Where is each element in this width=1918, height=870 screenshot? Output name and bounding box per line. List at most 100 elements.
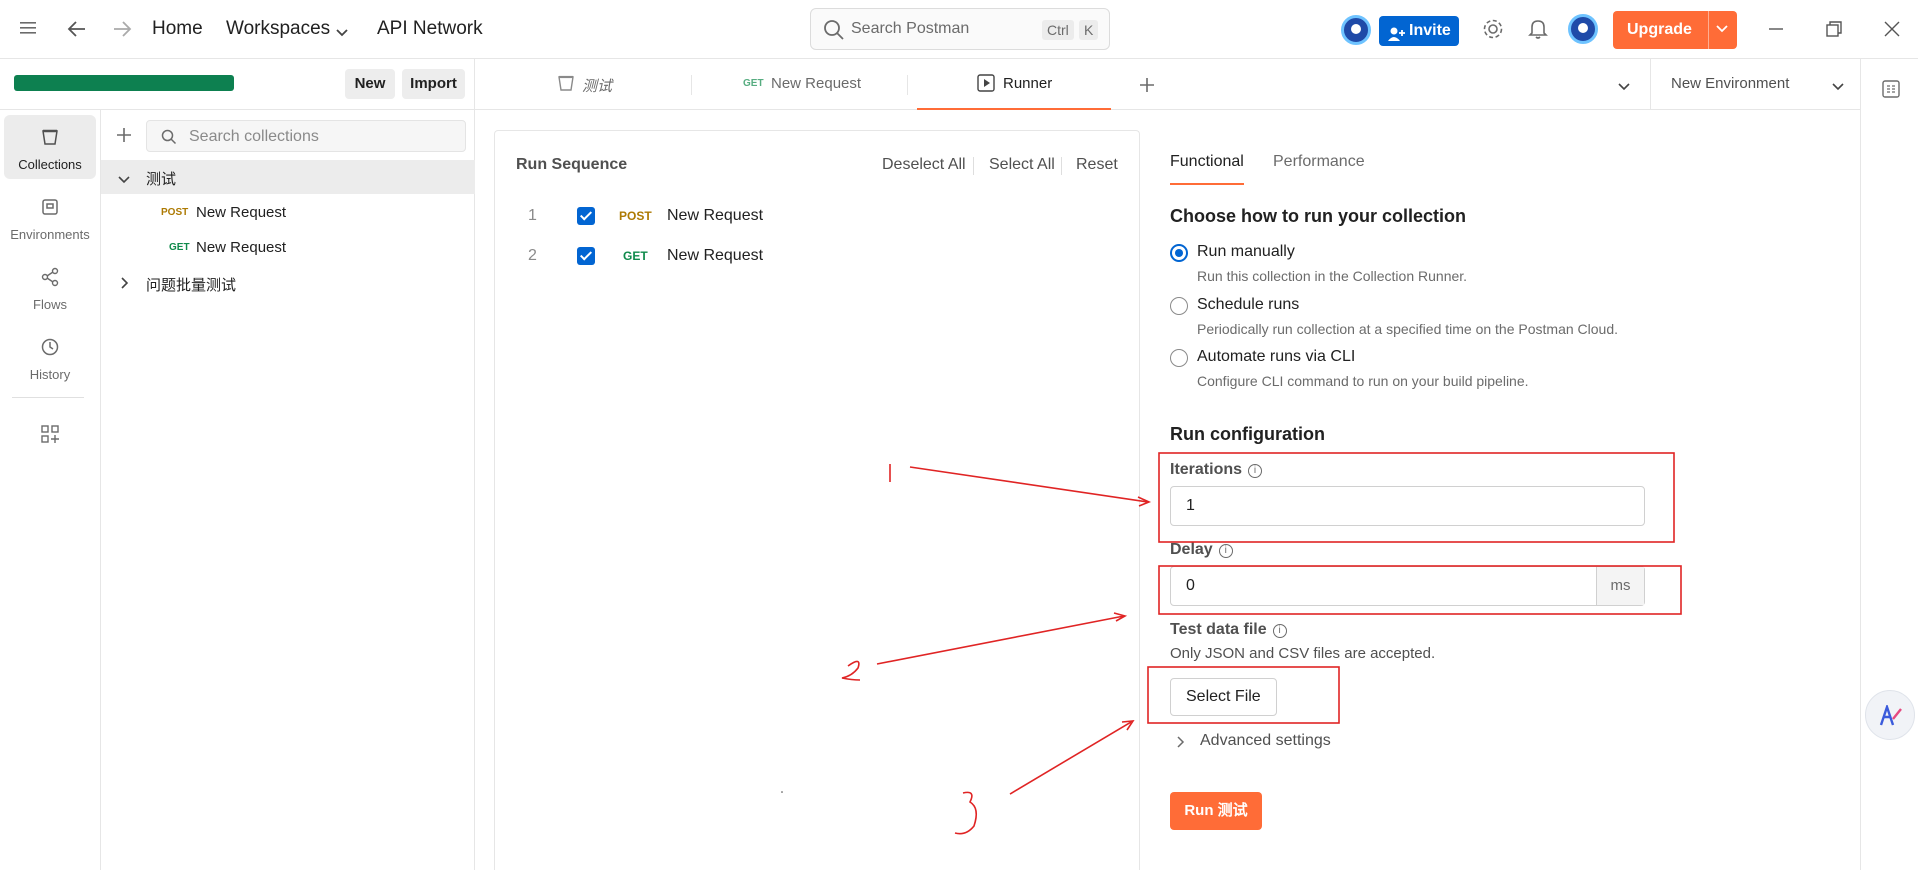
assistant-icon: [1879, 703, 1903, 730]
select-file-button[interactable]: Select File: [1170, 678, 1277, 716]
upgrade-button[interactable]: Upgrade: [1613, 11, 1737, 49]
search-placeholder: Search Postman: [851, 20, 970, 37]
right-rail: [1860, 59, 1918, 870]
bell-icon[interactable]: [1528, 18, 1548, 44]
rail-environments[interactable]: Environments: [4, 185, 96, 249]
collections-sidebar: Search collections 测试 POST New Request G…: [101, 110, 475, 870]
iterations-input[interactable]: 1: [1170, 486, 1645, 526]
collection-item[interactable]: 问题批量测试: [101, 266, 475, 300]
radio-run-manually[interactable]: [1170, 244, 1188, 262]
environments-icon: [40, 197, 60, 217]
tabs-overflow-chevron-icon[interactable]: [1617, 79, 1631, 95]
documentation-icon[interactable]: [1881, 79, 1901, 102]
nav-workspaces[interactable]: Workspaces: [226, 18, 330, 40]
add-collection-icon[interactable]: [115, 126, 133, 147]
info-icon[interactable]: i: [1272, 624, 1287, 638]
advanced-settings-toggle[interactable]: Advanced settings: [1200, 732, 1331, 750]
run-sequence-panel: Run Sequence Deselect All Select All Res…: [494, 130, 1140, 870]
restore-icon[interactable]: [1825, 20, 1843, 42]
team-avatar[interactable]: [1341, 15, 1371, 45]
divider: [1061, 157, 1062, 175]
tab-divider: [691, 75, 692, 95]
global-search[interactable]: Search Postman Ctrl K: [810, 8, 1110, 50]
request-name: New Request: [196, 204, 287, 221]
info-icon[interactable]: i: [1248, 464, 1263, 478]
row-checkbox[interactable]: [577, 207, 595, 225]
row-checkbox[interactable]: [577, 247, 595, 265]
collections-search-input[interactable]: Search collections: [146, 120, 466, 152]
radio-schedule-runs[interactable]: [1170, 297, 1188, 315]
tab-functional[interactable]: Functional: [1170, 153, 1244, 185]
sequence-row[interactable]: 1 POST New Request: [495, 198, 1139, 234]
tab-label: 测试: [582, 78, 613, 95]
invite-button[interactable]: Invite: [1379, 16, 1459, 46]
menu-icon[interactable]: [20, 20, 38, 40]
back-arrow-icon[interactable]: [67, 20, 87, 42]
divider: [973, 157, 974, 175]
run-collection-button[interactable]: Run 测试: [1170, 792, 1262, 830]
environment-label: New Environment: [1671, 75, 1790, 92]
delay-unit: ms: [1596, 567, 1644, 605]
gear-icon[interactable]: [1482, 18, 1504, 44]
new-button[interactable]: New: [345, 69, 395, 99]
tab-runner[interactable]: Runner: [917, 59, 1111, 110]
select-all-button[interactable]: Select All: [989, 156, 1055, 174]
request-method: GET: [169, 242, 190, 253]
radio-automate-cli[interactable]: [1170, 349, 1188, 367]
option-description: Run this collection in the Collection Ru…: [1197, 268, 1468, 284]
tab-method: GET: [743, 78, 764, 89]
minimize-icon[interactable]: [1767, 20, 1785, 42]
nav-home[interactable]: Home: [152, 18, 203, 40]
user-avatar[interactable]: [1568, 14, 1598, 44]
tab-bar: 测试 GET New Request Runner New Environmen…: [475, 59, 1860, 110]
nav-api-network[interactable]: API Network: [377, 18, 483, 40]
request-name: New Request: [196, 239, 287, 256]
collection-item[interactable]: 测试: [101, 160, 475, 194]
chevron-down-icon[interactable]: [335, 22, 349, 42]
invite-label: Invite: [1409, 22, 1451, 39]
tab-request[interactable]: GET New Request: [743, 59, 883, 110]
chevron-down-icon[interactable]: [118, 172, 130, 189]
configure-workbench-icon[interactable]: [40, 424, 60, 447]
delay-label-text: Delay: [1170, 541, 1213, 558]
info-icon[interactable]: i: [1218, 544, 1233, 558]
sequence-row[interactable]: 2 GET New Request: [495, 238, 1139, 274]
tab-collection[interactable]: 测试: [557, 59, 657, 110]
rail-history[interactable]: History: [4, 325, 96, 389]
row-method: GET: [623, 249, 648, 263]
chevron-right-icon[interactable]: [1176, 735, 1186, 751]
workspace-header: New Import: [0, 59, 475, 110]
delay-input-group[interactable]: 0 ms: [1170, 566, 1645, 606]
collection-name: 测试: [146, 171, 177, 188]
rail-flows[interactable]: Flows: [4, 255, 96, 319]
option-title: Schedule runs: [1197, 296, 1300, 313]
test-data-label-text: Test data file: [1170, 621, 1267, 638]
close-icon[interactable]: [1883, 20, 1901, 42]
request-item[interactable]: GET New Request: [101, 231, 475, 265]
forward-arrow-icon[interactable]: [112, 20, 132, 42]
rail-divider: [12, 397, 84, 398]
rail-collections[interactable]: Collections: [4, 115, 96, 179]
tab-performance[interactable]: Performance: [1273, 153, 1365, 171]
deselect-all-button[interactable]: Deselect All: [882, 156, 966, 174]
workspace-name-redacted: [14, 75, 234, 91]
request-item[interactable]: POST New Request: [101, 196, 475, 230]
reset-button[interactable]: Reset: [1076, 156, 1118, 174]
upgrade-chevron-icon[interactable]: [1715, 19, 1729, 42]
collection-name: 问题批量测试: [146, 277, 237, 294]
delay-input[interactable]: 0: [1186, 577, 1195, 595]
new-tab-plus-icon[interactable]: [1138, 76, 1156, 97]
environment-selector[interactable]: New Environment: [1650, 59, 1860, 110]
row-index: 2: [528, 247, 537, 264]
row-name: New Request: [667, 207, 764, 224]
floating-assistant-button[interactable]: [1865, 690, 1915, 740]
option-description: Periodically run collection at a specifi…: [1197, 321, 1618, 337]
iterations-label-text: Iterations: [1170, 461, 1243, 478]
tab-label: New Request: [771, 75, 862, 92]
import-button[interactable]: Import: [402, 69, 465, 99]
collections-icon: [40, 127, 60, 147]
history-icon: [40, 337, 60, 357]
rail-environments-label: Environments: [10, 227, 90, 242]
chevron-right-icon[interactable]: [120, 276, 130, 293]
flows-icon: [40, 267, 60, 287]
